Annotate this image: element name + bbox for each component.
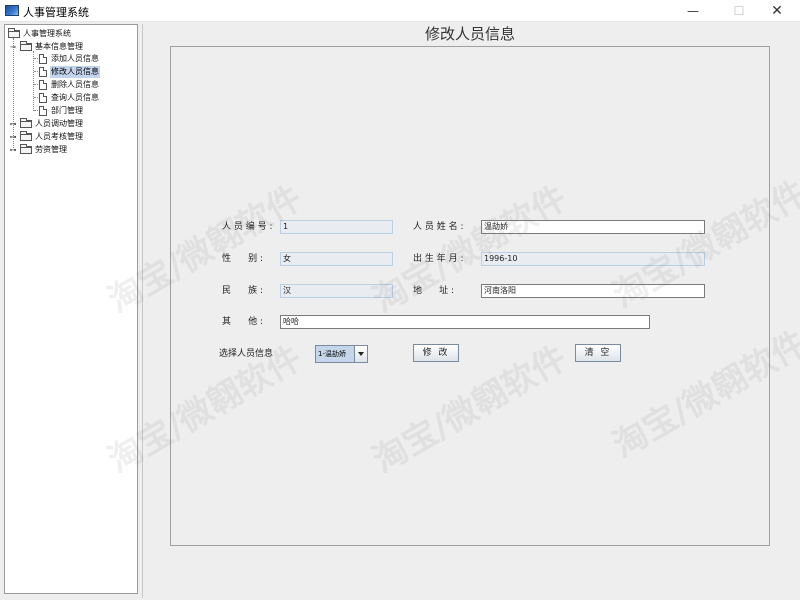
- document-icon: [39, 80, 47, 90]
- birth-field[interactable]: 1996-10: [481, 252, 705, 266]
- tree-item-label: 修改人员信息: [50, 66, 100, 78]
- document-icon: [39, 67, 47, 77]
- person-id-label: 人 员 编 号 :: [222, 222, 273, 232]
- folder-icon: [8, 28, 20, 38]
- collapse-handle-icon[interactable]: ⊶: [9, 120, 17, 128]
- tree-group-label: 劳资管理: [35, 145, 67, 154]
- tree-group-transfer[interactable]: 人员调动管理: [20, 118, 84, 130]
- tree-item-label: 部门管理: [51, 106, 83, 115]
- person-id-field[interactable]: 1: [280, 220, 393, 234]
- expand-handle-icon[interactable]: ⊸: [9, 43, 17, 51]
- document-icon: [39, 93, 47, 103]
- tree-item-delete-person[interactable]: 删除人员信息: [39, 79, 100, 91]
- tree-group-basic-info[interactable]: 基本信息管理: [20, 41, 84, 53]
- tree-group-assessment[interactable]: 人员考核管理: [20, 131, 84, 143]
- tree-item-label: 查询人员信息: [51, 93, 99, 102]
- gender-field[interactable]: 女: [280, 252, 393, 266]
- person-name-input[interactable]: 温劼娇: [481, 220, 705, 234]
- ethnicity-field[interactable]: 汉: [280, 284, 393, 298]
- person-select-value: 1-温劼娇: [318, 350, 346, 358]
- address-input[interactable]: 河南洛阳: [481, 284, 705, 298]
- close-button[interactable]: ✕: [754, 0, 800, 22]
- folder-icon: [20, 131, 32, 141]
- folder-open-icon: [20, 41, 32, 51]
- collapse-handle-icon[interactable]: ⊶: [9, 146, 17, 154]
- person-select-dropdown[interactable]: 1-温劼娇: [315, 345, 368, 363]
- form-title: 修改人员信息: [424, 25, 515, 43]
- window-title: 人事管理系统: [23, 6, 89, 19]
- tree-item-add-person[interactable]: 添加人员信息: [39, 53, 100, 65]
- title-bar: 人事管理系统 — ☐ ✕: [0, 0, 800, 22]
- ethnicity-label: 民 族 :: [222, 286, 264, 296]
- split-divider[interactable]: [142, 24, 143, 598]
- modify-button[interactable]: 修 改: [413, 344, 459, 362]
- navigation-tree: 人事管理系统 ⊸ 基本信息管理 添加人员信息 修改人员信息 删除人员信息 查询人…: [4, 24, 138, 594]
- folder-icon: [20, 118, 32, 128]
- tree-root[interactable]: 人事管理系统: [8, 28, 72, 40]
- tree-root-label: 人事管理系统: [23, 29, 71, 38]
- tree-line: [33, 51, 34, 111]
- tree-item-department[interactable]: 部门管理: [39, 105, 84, 117]
- select-person-label: 选择人员信息: [219, 349, 274, 359]
- tree-line: [13, 38, 14, 148]
- address-label: 地 址 :: [413, 286, 455, 296]
- tree-item-modify-person[interactable]: 修改人员信息: [39, 66, 100, 78]
- document-icon: [39, 54, 47, 64]
- tree-item-label: 添加人员信息: [51, 54, 99, 63]
- minimize-button[interactable]: —: [670, 0, 716, 22]
- other-label: 其 他 :: [222, 317, 264, 327]
- tree-group-label: 人员调动管理: [35, 119, 83, 128]
- tree-item-label: 删除人员信息: [51, 80, 99, 89]
- chevron-down-icon[interactable]: [354, 346, 367, 362]
- tree-group-label: 基本信息管理: [35, 42, 83, 51]
- clear-button[interactable]: 清 空: [575, 344, 621, 362]
- gender-label: 性 别 :: [222, 254, 264, 264]
- folder-icon: [20, 144, 32, 154]
- collapse-handle-icon[interactable]: ⊶: [9, 133, 17, 141]
- tree-item-query-person[interactable]: 查询人员信息: [39, 92, 100, 104]
- tree-group-label: 人员考核管理: [35, 132, 83, 141]
- person-name-label: 人 员 姓 名 :: [413, 222, 464, 232]
- content-area: 人事管理系统 ⊸ 基本信息管理 添加人员信息 修改人员信息 删除人员信息 查询人…: [0, 22, 800, 600]
- document-icon: [39, 106, 47, 116]
- other-input[interactable]: 哈哈: [280, 315, 650, 329]
- tree-group-payroll[interactable]: 劳资管理: [20, 144, 68, 156]
- birth-label: 出 生 年 月 :: [413, 254, 464, 264]
- app-icon: [5, 5, 19, 16]
